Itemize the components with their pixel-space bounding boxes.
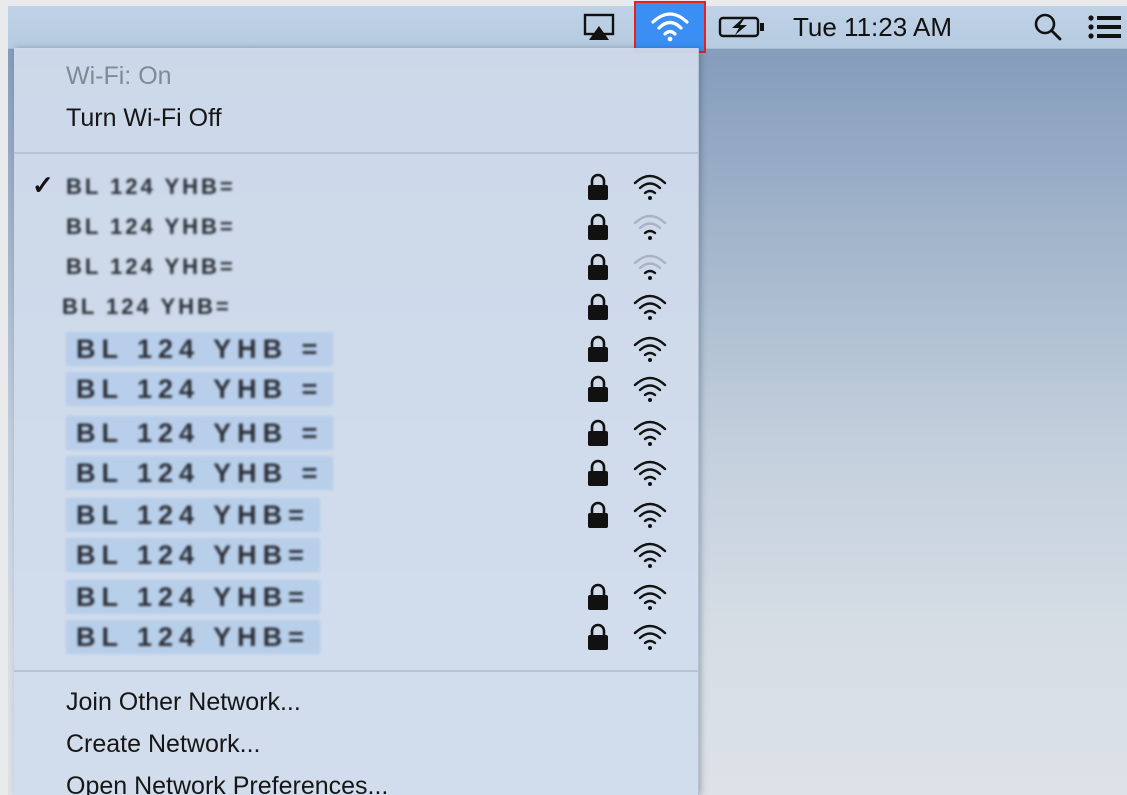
lock-icon bbox=[588, 375, 608, 402]
wifi-signal-icon bbox=[633, 420, 667, 446]
network-item[interactable]: BL 124 YHB= bbox=[14, 246, 698, 286]
battery-charging-icon[interactable] bbox=[713, 6, 771, 48]
network-name: BL 124 YHB = bbox=[66, 332, 334, 366]
wifi-menu-button[interactable] bbox=[634, 1, 706, 53]
network-name: BL 124 YHB = bbox=[66, 372, 334, 406]
wifi-signal-icon bbox=[633, 174, 667, 200]
spotlight-search-icon[interactable] bbox=[1028, 6, 1068, 48]
network-name: BL 124 YHB= bbox=[66, 538, 320, 572]
network-name: BL 124 YHB= bbox=[66, 254, 236, 279]
network-name: BL 124 YHB= bbox=[66, 498, 320, 532]
lock-icon bbox=[588, 623, 608, 650]
lock-icon bbox=[588, 335, 608, 362]
airplay-icon[interactable] bbox=[578, 6, 620, 48]
wifi-signal-icon bbox=[633, 214, 667, 240]
network-name: BL 124 YHB= bbox=[66, 214, 236, 239]
wifi-signal-icon bbox=[633, 254, 667, 280]
wifi-signal-icon bbox=[633, 294, 667, 320]
lock-icon bbox=[588, 253, 608, 280]
network-name: BL 124 YHB = bbox=[66, 416, 334, 450]
network-item[interactable]: BL 124 YHB= bbox=[14, 576, 698, 616]
wifi-signal-icon bbox=[633, 376, 667, 402]
wifi-signal-icon bbox=[633, 460, 667, 486]
network-item[interactable]: BL 124 YHB= bbox=[14, 494, 698, 534]
menu-bar: Tue 11:23 AM bbox=[8, 1, 1127, 53]
wifi-signal-icon bbox=[633, 584, 667, 610]
network-item[interactable]: BL 124 YHB= bbox=[14, 206, 698, 246]
checkmark-icon: ✓ bbox=[32, 170, 54, 200]
lock-icon bbox=[588, 501, 608, 528]
lock-icon bbox=[588, 293, 608, 320]
network-item[interactable]: BL 124 YHB= bbox=[14, 616, 698, 656]
create-network-item[interactable]: Create Network... bbox=[66, 730, 261, 759]
lock-icon bbox=[588, 213, 608, 240]
lock-icon bbox=[588, 419, 608, 446]
wifi-dropdown-menu: Wi-Fi: On Turn Wi-Fi Off ✓ BL 124 YHB= BL … bbox=[14, 48, 699, 795]
wifi-signal-icon bbox=[633, 336, 667, 362]
menu-separator bbox=[14, 670, 698, 672]
network-name: BL 124 YHB= bbox=[66, 580, 320, 614]
join-other-network-item[interactable]: Join Other Network... bbox=[66, 688, 301, 717]
menubar-clock[interactable]: Tue 11:23 AM bbox=[793, 6, 993, 48]
network-item[interactable]: BL 124 YHB = bbox=[14, 412, 698, 452]
network-item[interactable]: BL 124 YHB = bbox=[14, 328, 698, 368]
screen-left-border bbox=[0, 0, 8, 795]
menu-separator bbox=[14, 152, 698, 154]
open-network-preferences-item[interactable]: Open Network Preferences... bbox=[66, 772, 388, 795]
wifi-icon bbox=[651, 12, 689, 42]
network-item[interactable]: BL 124 YHB= bbox=[14, 534, 698, 574]
network-name: BL 124 YHB= bbox=[66, 620, 320, 654]
network-item[interactable]: ✓ BL 124 YHB= bbox=[14, 166, 698, 206]
network-name: BL 124 YHB = bbox=[66, 456, 334, 490]
network-item[interactable]: BL 124 YHB = bbox=[14, 452, 698, 492]
network-item[interactable]: BL 124 YHB = bbox=[14, 368, 698, 408]
network-name: BL 124 YHB= bbox=[66, 174, 236, 199]
lock-icon bbox=[588, 583, 608, 610]
wifi-signal-icon bbox=[633, 542, 667, 568]
wifi-signal-icon bbox=[633, 624, 667, 650]
lock-icon bbox=[588, 459, 608, 486]
network-name: BL 124 YHB= bbox=[62, 294, 232, 319]
turn-wifi-off-item[interactable]: Turn Wi-Fi Off bbox=[66, 104, 222, 133]
lock-icon bbox=[588, 173, 608, 200]
wifi-signal-icon bbox=[633, 502, 667, 528]
notification-center-icon[interactable] bbox=[1080, 6, 1127, 48]
network-item[interactable]: BL 124 YHB= bbox=[14, 286, 698, 326]
wifi-status-label: Wi-Fi: On bbox=[66, 62, 172, 90]
